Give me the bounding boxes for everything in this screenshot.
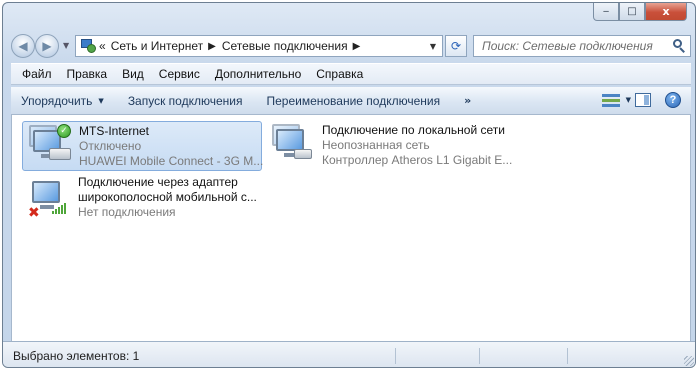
connected-check-icon: ✓ bbox=[57, 124, 71, 138]
connection-item-mts-internet[interactable]: ✓ MTS-Internet Отключено HUAWEI Mobile C… bbox=[22, 121, 264, 171]
breadcrumb-separator-icon[interactable]: ▶ bbox=[208, 41, 216, 52]
connection-device: Контроллер Atheros L1 Gigabit E... bbox=[322, 153, 513, 167]
network-folder-icon bbox=[80, 38, 96, 54]
connection-name-line2: широкополосной мобильной с... bbox=[78, 190, 257, 204]
change-view-button[interactable]: ▼ bbox=[601, 93, 631, 107]
connection-device: HUAWEI Mobile Connect - 3G M... bbox=[79, 154, 264, 168]
mobile-broadband-icon: ✖ bbox=[26, 175, 74, 221]
search-input[interactable] bbox=[482, 37, 670, 55]
connection-status: Нет подключения bbox=[78, 205, 176, 219]
menu-edit[interactable]: Правка bbox=[64, 65, 111, 83]
explorer-window: ‒ □ x ◀ ▶ ▼ « Сеть и Интернет ▶ Сетевые … bbox=[2, 2, 696, 368]
status-bar: Выбрано элементов: 1 bbox=[3, 341, 695, 367]
breadcrumb-separator-icon[interactable]: ▶ bbox=[353, 41, 361, 52]
connection-status: Неопознанная сеть bbox=[322, 138, 430, 152]
selection-count: Выбрано элементов: 1 bbox=[13, 348, 140, 363]
back-button[interactable]: ◀ bbox=[11, 34, 35, 58]
lan-connection-icon bbox=[270, 123, 318, 169]
navigation-bar: ◀ ▶ ▼ « Сеть и Интернет ▶ Сетевые подклю… bbox=[11, 33, 691, 59]
maximize-button[interactable]: □ bbox=[619, 3, 645, 21]
refresh-button[interactable]: ⟳ bbox=[445, 35, 467, 57]
status-divider bbox=[567, 348, 568, 364]
refresh-icon: ⟳ bbox=[450, 39, 462, 53]
address-bar[interactable]: « Сеть и Интернет ▶ Сетевые подключения … bbox=[75, 35, 443, 57]
status-divider bbox=[395, 348, 396, 364]
organize-button[interactable]: Упорядочить ▼ bbox=[21, 94, 104, 108]
resize-grip-icon[interactable] bbox=[684, 356, 694, 366]
recent-pages-dropdown[interactable]: ▼ bbox=[63, 41, 69, 50]
preview-pane-button[interactable] bbox=[635, 93, 651, 107]
view-options-icon bbox=[601, 93, 620, 107]
forward-arrow-icon: ▶ bbox=[42, 39, 52, 53]
organize-label: Упорядочить bbox=[21, 93, 93, 108]
connection-status: Отключено bbox=[79, 139, 142, 153]
caption-buttons: ‒ □ x bbox=[593, 3, 687, 21]
connection-item-mobile-broadband[interactable]: ✖ Подключение через адаптер широкополосн… bbox=[22, 173, 272, 223]
menu-file[interactable]: Файл bbox=[19, 65, 55, 83]
menu-tools[interactable]: Сервис bbox=[156, 65, 203, 83]
chevron-down-icon: ▼ bbox=[98, 96, 104, 105]
breadcrumb-item-network-internet[interactable]: Сеть и Интернет bbox=[111, 39, 203, 53]
help-icon[interactable]: ? bbox=[665, 92, 681, 108]
rename-connection-button[interactable]: Переименование подключения bbox=[266, 94, 440, 108]
status-divider bbox=[479, 348, 480, 364]
address-dropdown-icon[interactable]: ▼ bbox=[424, 36, 442, 56]
disconnected-x-icon: ✖ bbox=[28, 205, 40, 221]
menu-bar: Файл Правка Вид Сервис Дополнительно Спр… bbox=[11, 63, 691, 85]
close-button[interactable]: x bbox=[645, 3, 687, 21]
forward-button[interactable]: ▶ bbox=[35, 34, 59, 58]
connection-name: MTS-Internet bbox=[79, 124, 150, 138]
menu-advanced[interactable]: Дополнительно bbox=[212, 65, 304, 83]
back-arrow-icon: ◀ bbox=[18, 39, 28, 53]
menu-view[interactable]: Вид bbox=[119, 65, 147, 83]
search-icon[interactable] bbox=[672, 39, 686, 53]
signal-strength-icon bbox=[52, 203, 66, 214]
breadcrumb-overflow[interactable]: « bbox=[99, 39, 106, 53]
start-connection-button[interactable]: Запуск подключения bbox=[128, 94, 243, 108]
connection-item-local-area[interactable]: Подключение по локальной сети Неопознанн… bbox=[266, 121, 516, 171]
chevron-down-icon: ▼ bbox=[625, 96, 631, 104]
search-box[interactable] bbox=[473, 35, 691, 57]
menu-help[interactable]: Справка bbox=[313, 65, 366, 83]
command-bar: Упорядочить ▼ Запуск подключения Переиме… bbox=[11, 87, 691, 115]
minimize-button[interactable]: ‒ bbox=[593, 3, 619, 21]
connection-name-line1: Подключение через адаптер bbox=[78, 175, 238, 189]
breadcrumb-item-network-connections[interactable]: Сетевые подключения bbox=[222, 39, 348, 53]
modem-connection-icon: ✓ bbox=[27, 124, 75, 170]
more-commands-button[interactable]: » bbox=[464, 94, 471, 107]
connection-name: Подключение по локальной сети bbox=[322, 123, 505, 137]
connections-list: ✓ MTS-Internet Отключено HUAWEI Mobile C… bbox=[11, 115, 691, 341]
